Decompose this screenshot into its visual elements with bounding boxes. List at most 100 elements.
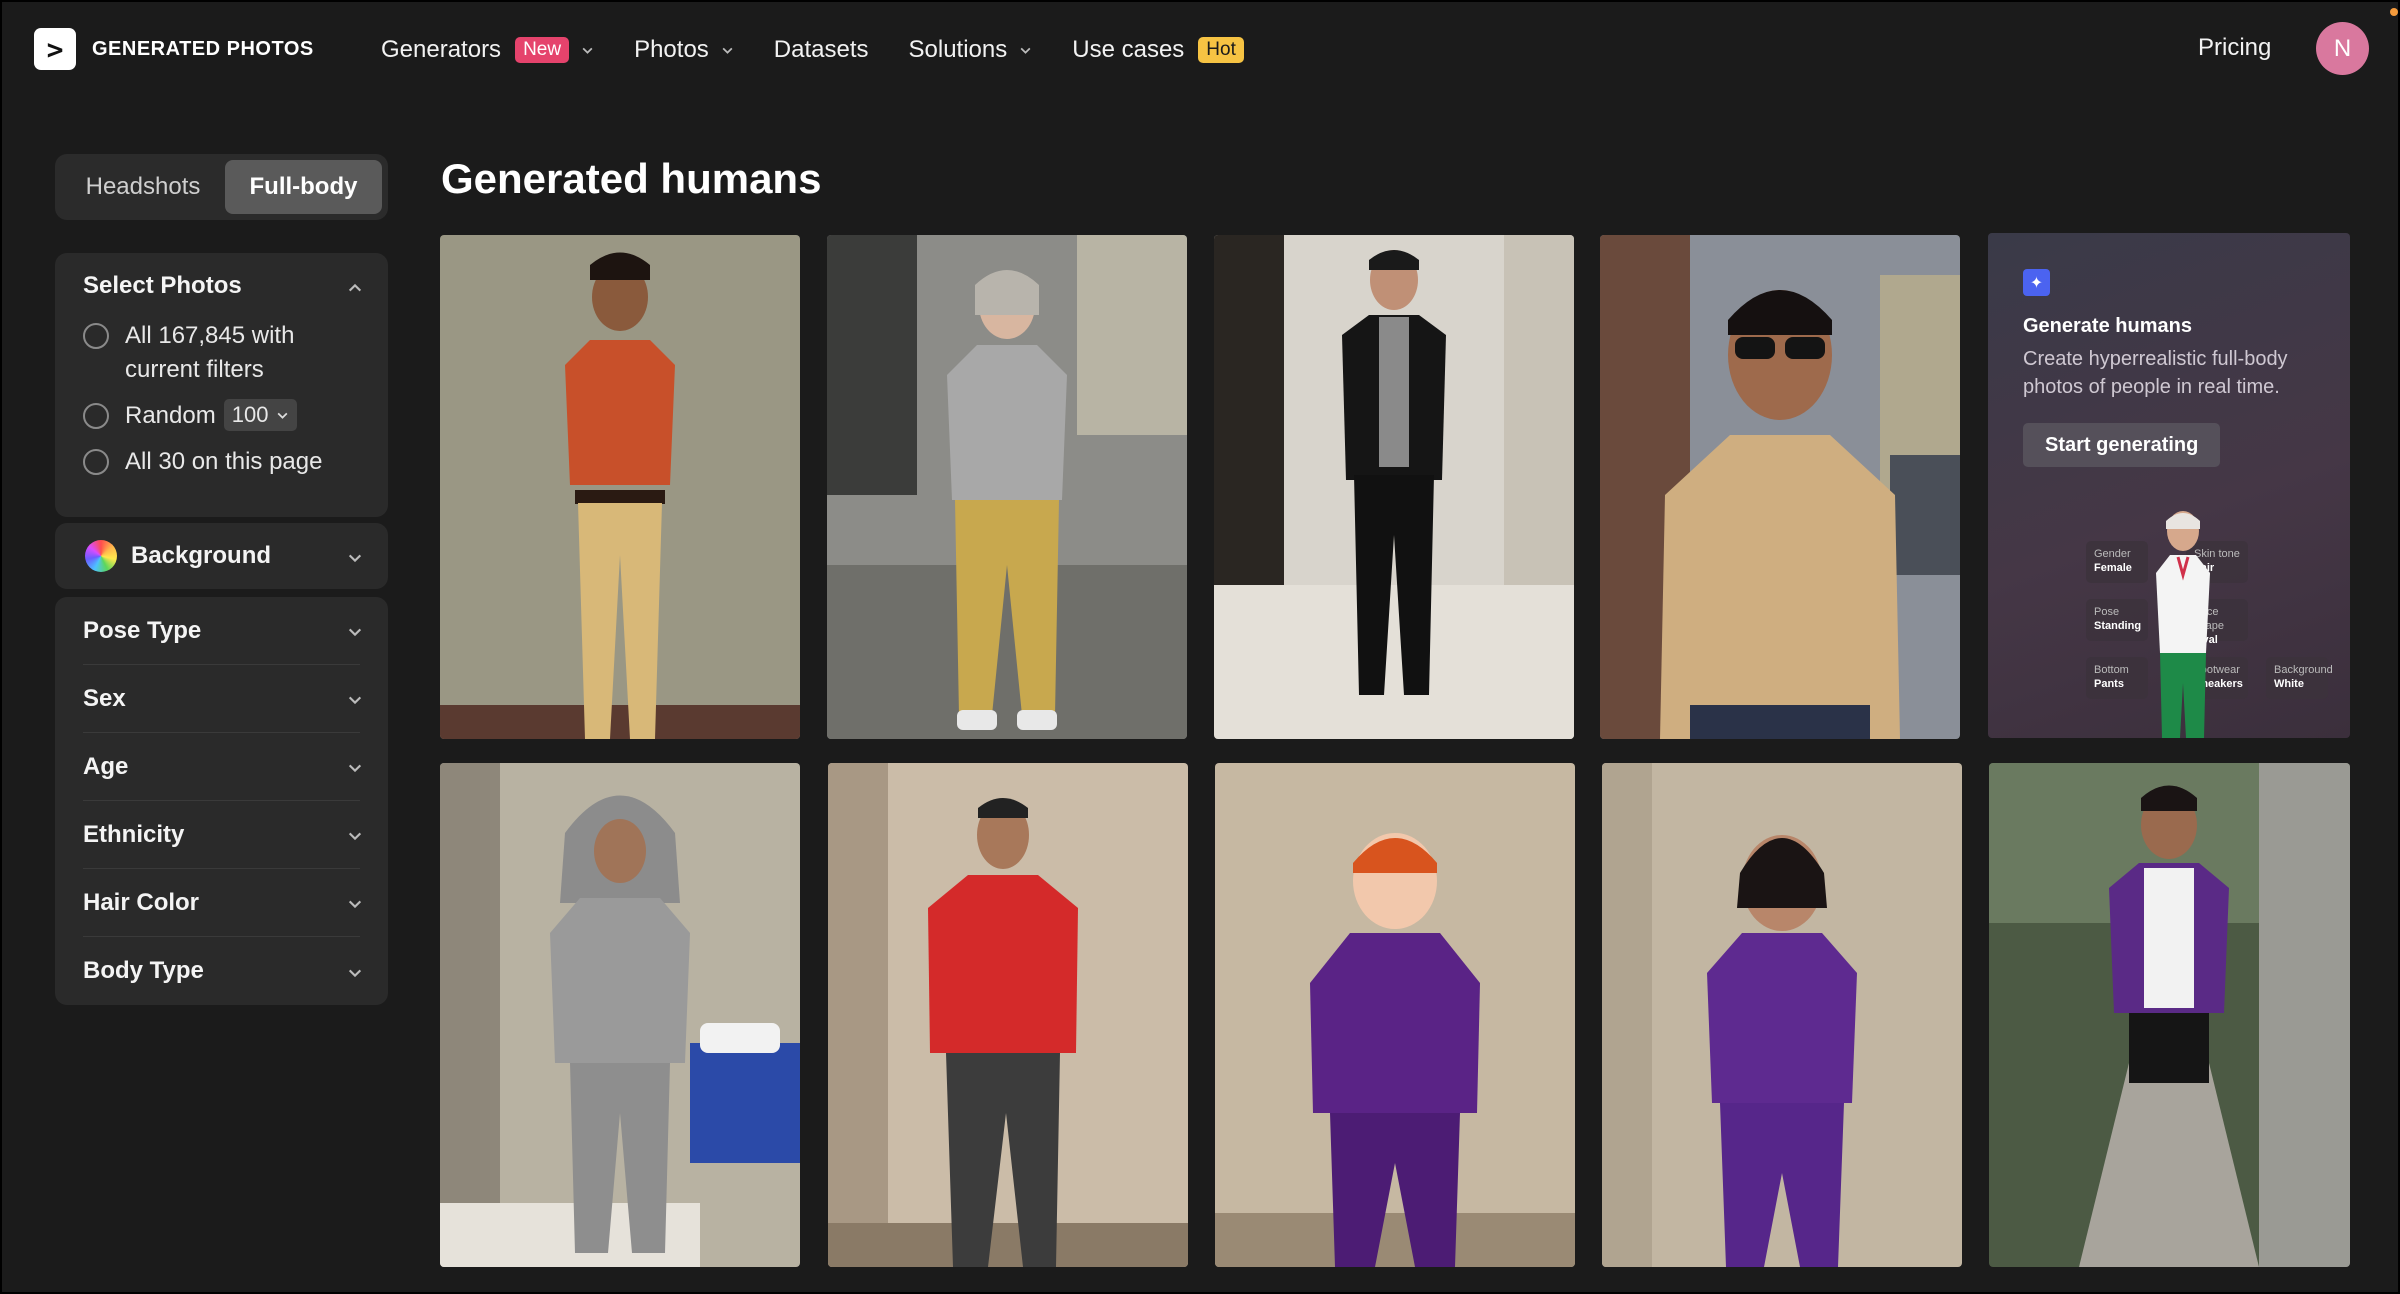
logo-text: GENERATED PHOTOS xyxy=(92,37,314,60)
filter-pose-type[interactable]: Pose Type xyxy=(83,597,362,665)
filter-label: Pose Type xyxy=(83,616,202,644)
photo-card[interactable] xyxy=(1989,763,2350,1267)
chevron-down-icon xyxy=(347,828,362,841)
chevron-down-icon xyxy=(276,409,289,422)
nav-label: Photos xyxy=(634,36,709,63)
filters-panel: Pose Type Sex Age Ethnicity Hair Color B… xyxy=(55,597,388,1005)
chip-key: Gender xyxy=(2094,548,2131,560)
photo-type-toggle: Headshots Full-body xyxy=(55,154,388,220)
chip-key: Pose xyxy=(2094,606,2120,618)
photo-card[interactable] xyxy=(440,763,800,1267)
filter-label: Sex xyxy=(83,684,126,712)
chevron-down-icon xyxy=(347,965,362,978)
start-generating-button[interactable]: Start generating xyxy=(2023,423,2221,467)
chip-value: Pants xyxy=(2094,678,2124,690)
person-photo xyxy=(1600,235,1960,739)
chevron-down-icon xyxy=(581,44,594,57)
person-photo xyxy=(440,235,800,739)
option-random[interactable]: Random 100 xyxy=(55,399,388,433)
photo-card[interactable] xyxy=(1602,763,1962,1267)
logo[interactable]: > GENERATED PHOTOS xyxy=(34,28,314,70)
person-photo xyxy=(440,763,800,1267)
option-label: Random xyxy=(125,402,216,429)
logo-icon: > xyxy=(34,28,76,70)
filter-ethnicity[interactable]: Ethnicity xyxy=(83,801,362,869)
person-photo xyxy=(1602,763,1962,1267)
photo-card[interactable] xyxy=(1600,235,1960,739)
photo-card[interactable] xyxy=(828,763,1188,1267)
person-photo xyxy=(827,235,1187,739)
background-header[interactable]: Background xyxy=(55,523,388,589)
option-page[interactable]: All 30 on this page xyxy=(55,445,388,479)
nav-photos[interactable]: Photos xyxy=(634,36,734,64)
person-photo xyxy=(1214,235,1574,739)
color-wheel-icon xyxy=(85,540,117,572)
promo-title: Generate humans xyxy=(2023,315,2192,337)
nav-pricing[interactable]: Pricing xyxy=(2198,34,2271,62)
chip-value: Standing xyxy=(2094,620,2142,632)
promo-text: Create hyperrealistic full-body photos o… xyxy=(2023,348,2288,398)
random-count-value: 100 xyxy=(231,402,269,427)
photo-card[interactable] xyxy=(827,235,1187,739)
person-photo xyxy=(1215,763,1575,1267)
select-photos-header[interactable]: Select Photos xyxy=(55,253,388,319)
page-title: Generated humans xyxy=(441,155,822,202)
person-photo xyxy=(1989,763,2350,1267)
chip-value: Female xyxy=(2094,562,2132,574)
chevron-down-icon xyxy=(347,760,362,773)
photo-card[interactable] xyxy=(1215,763,1575,1267)
background-panel[interactable]: Background xyxy=(55,523,388,589)
toggle-headshots[interactable]: Headshots xyxy=(61,160,225,214)
chevron-down-icon xyxy=(347,624,362,637)
option-all-filtered[interactable]: All 167,845 with current filters xyxy=(55,319,388,387)
person-photo xyxy=(828,763,1188,1267)
chip-key: Background xyxy=(2274,664,2333,676)
radio-button[interactable] xyxy=(83,323,109,349)
option-label: All 167,845 with current filters xyxy=(125,322,295,383)
nav-use-cases[interactable]: Use cases Hot xyxy=(1072,36,1244,64)
filter-sex[interactable]: Sex xyxy=(83,665,362,733)
top-navbar: > GENERATED PHOTOS Generators New Photos… xyxy=(0,0,2400,100)
hot-badge: Hot xyxy=(1198,37,1244,63)
filter-label: Age xyxy=(83,752,129,780)
filter-label: Hair Color xyxy=(83,888,200,916)
promo-chip: Background White xyxy=(2266,657,2333,699)
random-count-select[interactable]: 100 xyxy=(223,399,298,431)
chevron-down-icon xyxy=(347,896,362,909)
photo-card[interactable] xyxy=(440,235,800,739)
nav-label: Generators xyxy=(381,36,502,63)
chevron-down-icon xyxy=(347,692,362,705)
filter-label: Ethnicity xyxy=(83,820,185,848)
nav-label: Use cases xyxy=(1072,36,1185,63)
radio-button[interactable] xyxy=(83,449,109,475)
panel-title: Select Photos xyxy=(83,272,242,299)
option-label: All 30 on this page xyxy=(125,448,323,475)
nav-label: Datasets xyxy=(773,36,869,63)
chevron-down-icon xyxy=(347,550,362,563)
filter-age[interactable]: Age xyxy=(83,733,362,801)
nav-generators[interactable]: Generators New xyxy=(381,36,594,64)
panel-title: Background xyxy=(131,542,272,569)
select-photos-panel: Select Photos All 167,845 with current f… xyxy=(55,253,388,517)
chevron-up-icon xyxy=(347,280,362,293)
filter-label: Body Type xyxy=(83,957,204,984)
promo-person-illustration xyxy=(2156,511,2210,738)
notification-dot xyxy=(2390,8,2398,16)
photo-card[interactable] xyxy=(1214,235,1574,739)
chevron-down-icon xyxy=(721,44,734,57)
filter-body-type[interactable]: Body Type xyxy=(83,937,362,1005)
radio-button[interactable] xyxy=(83,403,109,429)
new-badge: New xyxy=(515,37,570,63)
avatar[interactable]: N xyxy=(2316,22,2369,75)
chevron-down-icon xyxy=(1019,44,1032,57)
generate-humans-promo: ✦ Generate humans Create hyperrealistic … xyxy=(1988,233,2350,738)
toggle-fullbody[interactable]: Full-body xyxy=(225,160,382,214)
main-nav: Generators New Photos Datasets Solutions… xyxy=(381,30,1284,70)
filter-hair-color[interactable]: Hair Color xyxy=(83,869,362,937)
chip-key: Bottom xyxy=(2094,664,2129,676)
nav-datasets[interactable]: Datasets xyxy=(774,36,869,64)
sparkle-icon: ✦ xyxy=(2023,269,2050,296)
nav-solutions[interactable]: Solutions xyxy=(909,36,1033,64)
chip-value: White xyxy=(2274,678,2304,690)
nav-label: Solutions xyxy=(908,36,1008,63)
